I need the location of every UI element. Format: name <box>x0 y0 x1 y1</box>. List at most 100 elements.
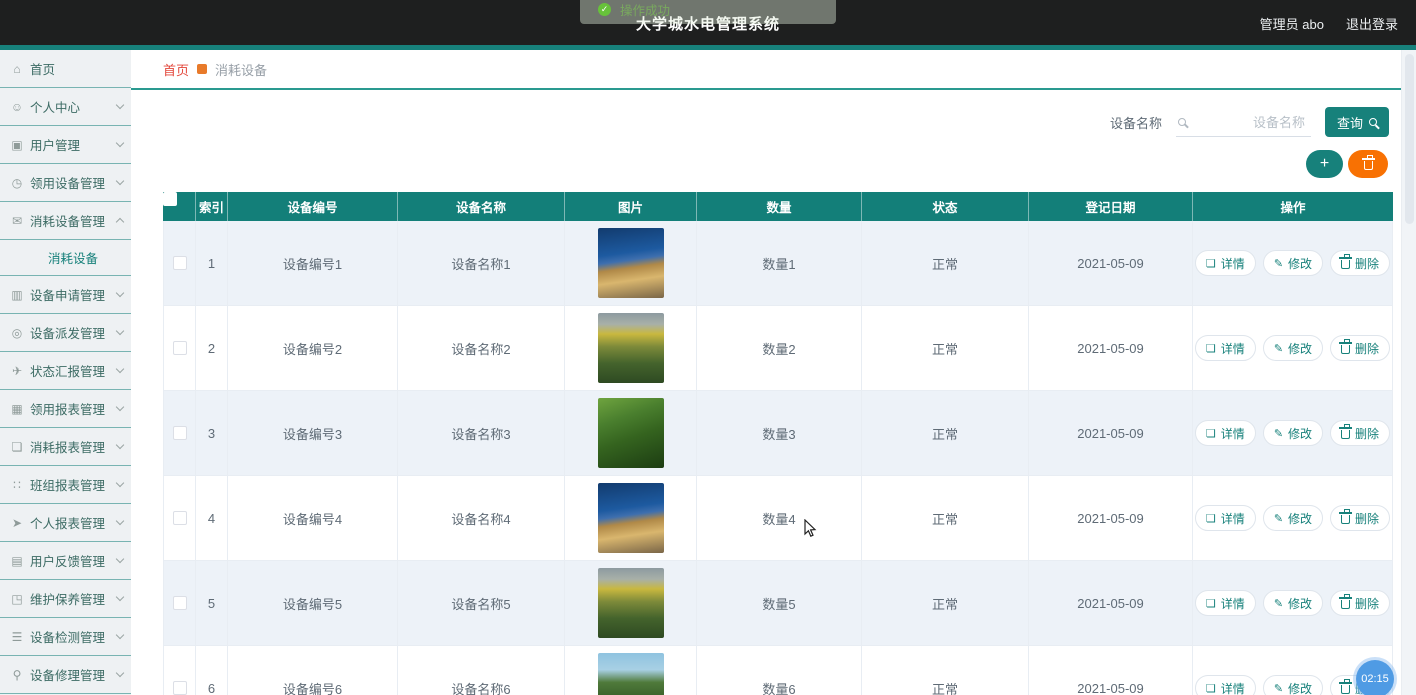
add-button[interactable]: + <box>1306 150 1343 178</box>
delete-button[interactable]: 删除 <box>1330 505 1391 531</box>
cell-date: 2021-05-09 <box>1029 306 1193 390</box>
delete-button-label: 删除 <box>1355 426 1380 441</box>
feedback-doc-icon: ▤ <box>11 553 23 568</box>
scrollbar[interactable] <box>1401 50 1416 695</box>
edit-pencil-icon: ✎ <box>1273 682 1284 695</box>
detail-button-label: 详情 <box>1220 341 1245 356</box>
search-input[interactable]: 设备名称 <box>1175 107 1311 137</box>
select-all-checkbox[interactable] <box>163 192 177 206</box>
breadcrumb-home-link[interactable]: 首页 <box>163 60 189 79</box>
row-checkbox[interactable] <box>172 341 187 355</box>
cell-status: 正常 <box>862 221 1029 305</box>
sidebar-item-status-report-mgmt[interactable]: ✈ 状态汇报管理 <box>0 352 131 390</box>
document-icon: ❏ <box>1205 257 1216 270</box>
sidebar-item-profile[interactable]: ☺ 个人中心 <box>0 88 131 126</box>
edit-button[interactable]: ✎ 修改 <box>1262 420 1324 446</box>
cell-device-code: 设备编号1 <box>228 221 398 305</box>
photo-park-lawn[interactable] <box>597 653 664 695</box>
cell-device-name: 设备名称3 <box>398 391 565 475</box>
sidebar-item-label: 用户反馈管理 <box>30 555 106 569</box>
success-toast: ✓ 操作成功 <box>580 0 836 24</box>
delete-button[interactable]: 删除 <box>1330 250 1391 276</box>
column-header-image: 图片 <box>565 192 697 221</box>
sidebar-item-personal-report-mgmt[interactable]: ➤ 个人报表管理 <box>0 504 131 542</box>
sidebar-item-device-apply-mgmt[interactable]: ▥ 设备申请管理 <box>0 276 131 314</box>
row-checkbox[interactable] <box>172 596 187 610</box>
delete-button[interactable]: 删除 <box>1330 335 1391 361</box>
sidebar-item-device-repair-mgmt[interactable]: ⚲ 设备修理管理 <box>0 656 131 694</box>
row-checkbox[interactable] <box>172 681 187 695</box>
row-checkbox[interactable] <box>172 511 187 525</box>
edit-button[interactable]: ✎ 修改 <box>1262 590 1324 616</box>
photo-yellow-arches[interactable] <box>597 313 664 383</box>
photo-yellow-arches[interactable] <box>597 568 664 638</box>
detail-button[interactable]: ❏ 详情 <box>1194 335 1256 361</box>
sidebar: ⌂ 首页 ☺ 个人中心 ▣ 用户管理 ◷ 领用设备管理 ✉ 消耗设备管理 消耗设… <box>0 50 131 695</box>
detail-button[interactable]: ❏ 详情 <box>1194 420 1256 446</box>
detail-button-label: 详情 <box>1220 511 1245 526</box>
briefcase-icon: ▣ <box>11 137 23 152</box>
photo-night-building[interactable] <box>597 483 664 553</box>
sidebar-item-label: 设备申请管理 <box>30 289 106 303</box>
user-icon: ☺ <box>10 99 24 114</box>
batch-delete-button[interactable] <box>1348 150 1388 178</box>
timer-badge[interactable]: 02:15 <box>1356 660 1394 695</box>
sidebar-item-device-inspection-mgmt[interactable]: ☰ 设备检测管理 <box>0 618 131 656</box>
column-header-status: 状态 <box>862 192 1029 221</box>
chevron-icon <box>115 440 125 450</box>
edit-button-label: 修改 <box>1288 596 1313 611</box>
edit-button[interactable]: ✎ 修改 <box>1262 250 1324 276</box>
row-checkbox[interactable] <box>172 256 187 270</box>
row-checkbox[interactable] <box>172 426 187 440</box>
sidebar-item-device-dispatch-mgmt[interactable]: ◎ 设备派发管理 <box>0 314 131 352</box>
detail-button[interactable]: ❏ 详情 <box>1194 675 1256 695</box>
edit-button-label: 修改 <box>1288 341 1313 356</box>
edit-button[interactable]: ✎ 修改 <box>1262 505 1324 531</box>
sidebar-item-user-mgmt[interactable]: ▣ 用户管理 <box>0 126 131 164</box>
sidebar-item-consumable-report-mgmt[interactable]: ❏ 消耗报表管理 <box>0 428 131 466</box>
clock-icon: ◷ <box>11 175 23 190</box>
breadcrumb: 首页 消耗设备 <box>131 50 1416 90</box>
sidebar-item-consumable-device-mgmt[interactable]: ✉ 消耗设备管理 <box>0 202 131 240</box>
query-button[interactable]: 查询 <box>1324 107 1389 137</box>
delete-button-label: 删除 <box>1355 596 1380 611</box>
detail-button[interactable]: ❏ 详情 <box>1194 250 1256 276</box>
crop-icon: ◳ <box>11 591 23 606</box>
edit-button[interactable]: ✎ 修改 <box>1262 675 1324 695</box>
sidebar-item-label: 维护保养管理 <box>30 593 106 607</box>
sidebar-item-maintenance-mgmt[interactable]: ◳ 维护保养管理 <box>0 580 131 618</box>
table-body: 1 设备编号1 设备名称1 数量1 正常 2021-05-09 ❏ 详情 ✎ 修… <box>163 221 1393 695</box>
photo-green-foliage[interactable] <box>597 398 664 468</box>
document-icon: ❏ <box>1205 682 1216 695</box>
column-header-actions: 操作 <box>1280 201 1306 215</box>
send-icon: ✈ <box>11 363 23 378</box>
comment-icon: ❏ <box>11 439 23 454</box>
photo-night-building[interactable] <box>597 228 664 298</box>
sidebar-item-requisition-device-mgmt[interactable]: ◷ 领用设备管理 <box>0 164 131 202</box>
cell-quantity: 数量2 <box>697 306 862 390</box>
cell-device-name: 设备名称1 <box>398 221 565 305</box>
logout-link[interactable]: 退出登录 <box>1346 14 1398 33</box>
chevron-icon <box>115 630 125 640</box>
delete-button[interactable]: 删除 <box>1330 590 1391 616</box>
sidebar-item-label: 用户管理 <box>30 139 81 153</box>
plane-icon: ➤ <box>11 515 23 530</box>
sidebar-item-team-report-mgmt[interactable]: ∷ 班组报表管理 <box>0 466 131 504</box>
delete-button-label: 删除 <box>1355 256 1380 271</box>
sidebar-item-user-feedback-mgmt[interactable]: ▤ 用户反馈管理 <box>0 542 131 580</box>
admin-user-label: 管理员 abo <box>1259 17 1324 32</box>
detail-button[interactable]: ❏ 详情 <box>1194 505 1256 531</box>
detail-button[interactable]: ❏ 详情 <box>1194 590 1256 616</box>
edit-button[interactable]: ✎ 修改 <box>1262 335 1324 361</box>
cell-quantity: 数量3 <box>697 391 862 475</box>
sidebar-item-label: 状态汇报管理 <box>30 365 106 379</box>
delete-button-label: 删除 <box>1355 341 1380 356</box>
cell-status: 正常 <box>862 306 1029 390</box>
sidebar-item-consumable-device[interactable]: 消耗设备 <box>0 240 131 276</box>
sidebar-item-requisition-report-mgmt[interactable]: ▦ 领用报表管理 <box>0 390 131 428</box>
sidebar-item-home[interactable]: ⌂ 首页 <box>0 50 131 88</box>
delete-button[interactable]: 删除 <box>1330 420 1391 446</box>
scrollbar-thumb[interactable] <box>1404 54 1414 224</box>
sidebar-item-label: 个人报表管理 <box>30 517 106 531</box>
trash-icon <box>1339 594 1353 609</box>
